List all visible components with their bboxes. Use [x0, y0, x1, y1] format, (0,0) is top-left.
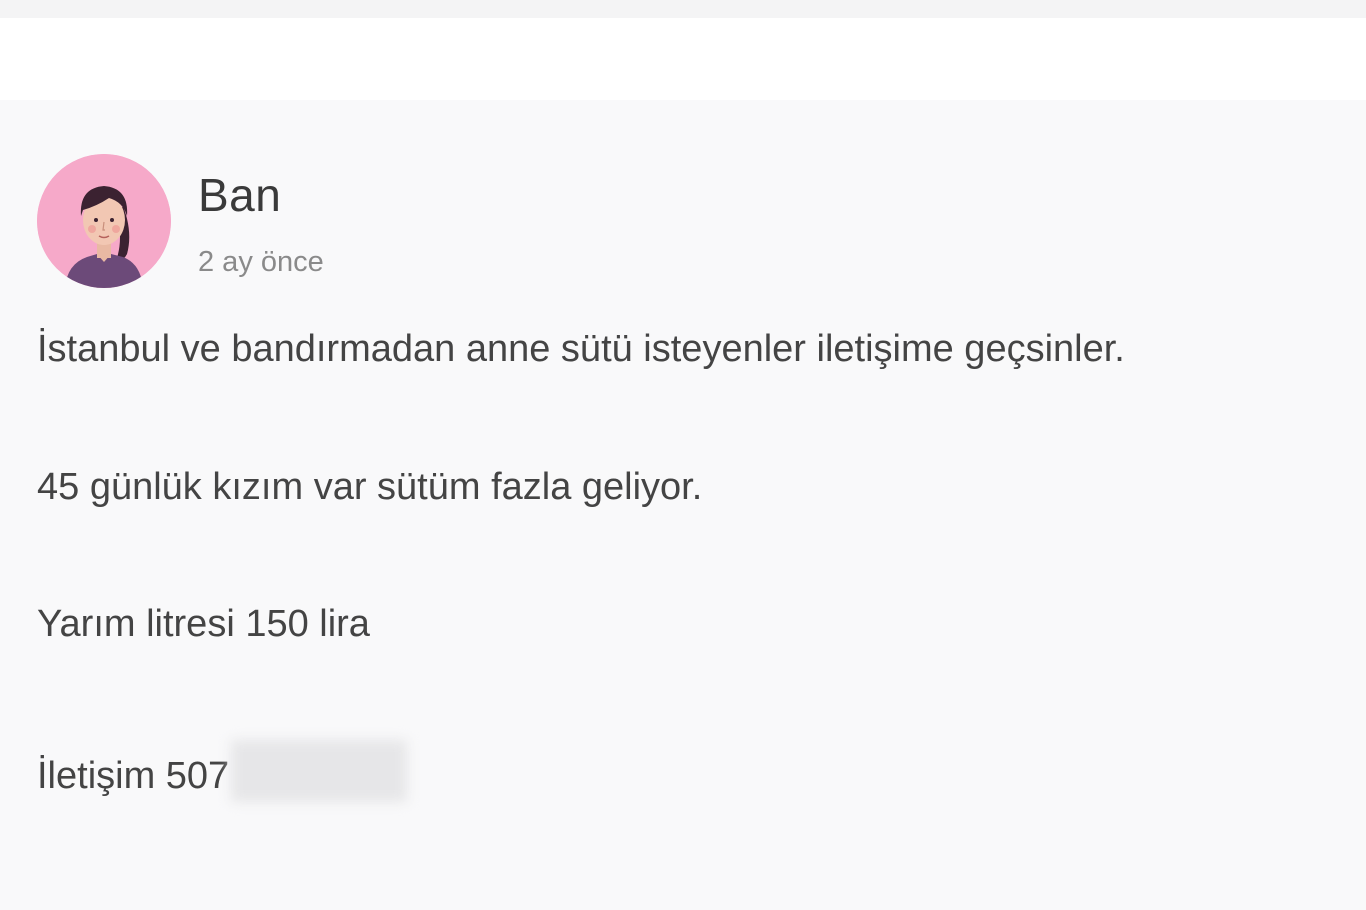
post-timestamp: 2 ay önce	[198, 246, 324, 278]
post-body-line: Yarım litresi 150 lira	[37, 603, 370, 645]
blurred-phone-number	[231, 740, 408, 802]
post-card: Ban 2 ay önce İstanbul ve bandırmadan an…	[0, 100, 1366, 910]
header-bar	[0, 18, 1366, 100]
woman-avatar-icon	[37, 154, 171, 288]
post-contact-line: İletişim 507	[37, 740, 408, 802]
contact-prefix: İletişim 507	[37, 755, 230, 797]
post-body-line: İstanbul ve bandırmadan anne sütü isteye…	[37, 328, 1125, 370]
user-avatar[interactable]	[37, 154, 171, 288]
author-name[interactable]: Ban	[198, 168, 281, 222]
top-strip	[0, 0, 1366, 18]
post-body-line: 45 günlük kızım var sütüm fazla geliyor.	[37, 466, 703, 508]
